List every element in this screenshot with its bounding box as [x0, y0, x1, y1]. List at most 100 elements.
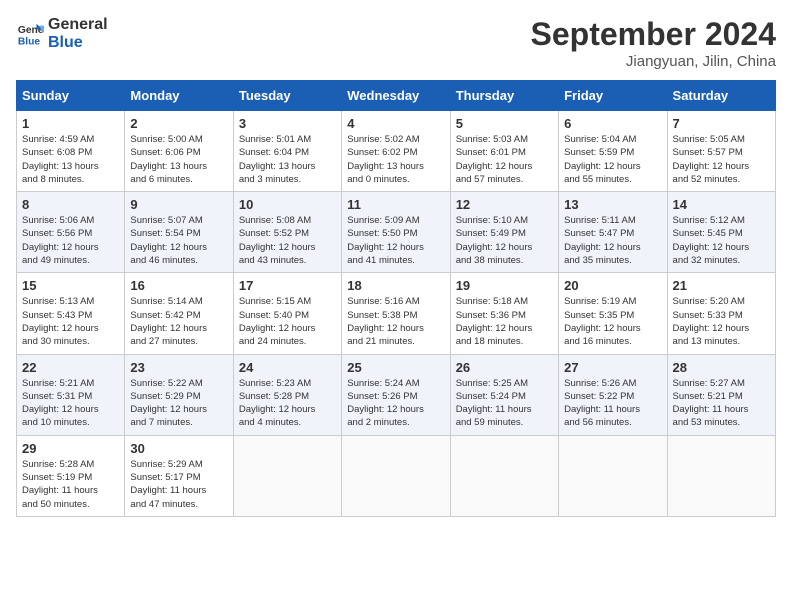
calendar-cell: 6 Sunrise: 5:04 AM Sunset: 5:59 PM Daylig…	[559, 111, 667, 192]
day-number: 17	[239, 278, 336, 293]
calendar-cell: 23 Sunrise: 5:22 AM Sunset: 5:29 PM Dayli…	[125, 354, 233, 435]
calendar-cell	[667, 435, 775, 516]
calendar-cell: 27Sunrise: 5:26 AM Sunset: 5:22 PM Dayli…	[559, 354, 667, 435]
day-number: 26	[456, 360, 553, 375]
header-day-saturday: Saturday	[667, 81, 775, 111]
day-detail: Sunrise: 5:06 AM Sunset: 5:56 PM Dayligh…	[22, 214, 119, 267]
day-number: 6	[564, 116, 661, 131]
calendar-week-row: 8 Sunrise: 5:06 AM Sunset: 5:56 PM Daylig…	[17, 192, 776, 273]
day-number: 3	[239, 116, 336, 131]
day-detail: Sunrise: 5:24 AM Sunset: 5:26 PM Dayligh…	[347, 377, 444, 430]
day-detail: Sunrise: 5:01 AM Sunset: 6:04 PM Dayligh…	[239, 133, 336, 186]
calendar-header-row: SundayMondayTuesdayWednesdayThursdayFrid…	[17, 81, 776, 111]
day-detail: Sunrise: 5:28 AM Sunset: 5:19 PM Dayligh…	[22, 458, 119, 511]
calendar-cell: 3 Sunrise: 5:01 AM Sunset: 6:04 PM Daylig…	[233, 111, 341, 192]
page-header: General Blue General Blue September 2024…	[16, 16, 776, 70]
day-detail: Sunrise: 5:02 AM Sunset: 6:02 PM Dayligh…	[347, 133, 444, 186]
day-detail: Sunrise: 5:22 AM Sunset: 5:29 PM Dayligh…	[130, 377, 227, 430]
calendar-cell: 2 Sunrise: 5:00 AM Sunset: 6:06 PM Daylig…	[125, 111, 233, 192]
calendar-cell: 1 Sunrise: 4:59 AM Sunset: 6:08 PM Daylig…	[17, 111, 125, 192]
day-detail: Sunrise: 5:25 AM Sunset: 5:24 PM Dayligh…	[456, 377, 553, 430]
calendar-cell	[450, 435, 558, 516]
day-number: 19	[456, 278, 553, 293]
day-detail: Sunrise: 5:16 AM Sunset: 5:38 PM Dayligh…	[347, 295, 444, 348]
day-number: 22	[22, 360, 119, 375]
calendar-cell: 13 Sunrise: 5:11 AM Sunset: 5:47 PM Dayli…	[559, 192, 667, 273]
day-number: 7	[673, 116, 770, 131]
day-detail: Sunrise: 5:18 AM Sunset: 5:36 PM Dayligh…	[456, 295, 553, 348]
calendar-cell	[342, 435, 450, 516]
day-number: 8	[22, 197, 119, 212]
day-number: 16	[130, 278, 227, 293]
calendar-cell: 24Sunrise: 5:23 AM Sunset: 5:28 PM Dayli…	[233, 354, 341, 435]
calendar-cell: 20 Sunrise: 5:19 AM Sunset: 5:35 PM Dayli…	[559, 273, 667, 354]
day-detail: Sunrise: 5:27 AM Sunset: 5:21 PM Dayligh…	[673, 377, 770, 430]
day-detail: Sunrise: 5:21 AM Sunset: 5:31 PM Dayligh…	[22, 377, 119, 430]
calendar-cell: 8 Sunrise: 5:06 AM Sunset: 5:56 PM Daylig…	[17, 192, 125, 273]
day-number: 9	[130, 197, 227, 212]
calendar-cell: 10Sunrise: 5:08 AM Sunset: 5:52 PM Dayli…	[233, 192, 341, 273]
calendar-cell: 4Sunrise: 5:02 AM Sunset: 6:02 PM Daylig…	[342, 111, 450, 192]
day-number: 14	[673, 197, 770, 212]
day-number: 20	[564, 278, 661, 293]
calendar-body: 1 Sunrise: 4:59 AM Sunset: 6:08 PM Daylig…	[17, 111, 776, 517]
calendar-cell: 17Sunrise: 5:15 AM Sunset: 5:40 PM Dayli…	[233, 273, 341, 354]
day-detail: Sunrise: 5:00 AM Sunset: 6:06 PM Dayligh…	[130, 133, 227, 186]
day-detail: Sunrise: 5:04 AM Sunset: 5:59 PM Dayligh…	[564, 133, 661, 186]
day-detail: Sunrise: 5:26 AM Sunset: 5:22 PM Dayligh…	[564, 377, 661, 430]
header-day-monday: Monday	[125, 81, 233, 111]
calendar-week-row: 22 Sunrise: 5:21 AM Sunset: 5:31 PM Dayli…	[17, 354, 776, 435]
calendar-cell: 30Sunrise: 5:29 AM Sunset: 5:17 PM Dayli…	[125, 435, 233, 516]
location-title: Jiangyuan, Jilin, China	[531, 53, 776, 70]
header-day-friday: Friday	[559, 81, 667, 111]
calendar-cell: 14 Sunrise: 5:12 AM Sunset: 5:45 PM Dayli…	[667, 192, 775, 273]
calendar-cell: 18 Sunrise: 5:16 AM Sunset: 5:38 PM Dayli…	[342, 273, 450, 354]
calendar-cell: 5Sunrise: 5:03 AM Sunset: 6:01 PM Daylig…	[450, 111, 558, 192]
calendar-cell: 15Sunrise: 5:13 AM Sunset: 5:43 PM Dayli…	[17, 273, 125, 354]
header-day-wednesday: Wednesday	[342, 81, 450, 111]
day-number: 21	[673, 278, 770, 293]
day-detail: Sunrise: 5:11 AM Sunset: 5:47 PM Dayligh…	[564, 214, 661, 267]
day-number: 24	[239, 360, 336, 375]
calendar-cell	[559, 435, 667, 516]
logo-general: General	[48, 16, 108, 34]
day-number: 11	[347, 197, 444, 212]
calendar-cell: 11 Sunrise: 5:09 AM Sunset: 5:50 PM Dayli…	[342, 192, 450, 273]
day-number: 5	[456, 116, 553, 131]
day-detail: Sunrise: 4:59 AM Sunset: 6:08 PM Dayligh…	[22, 133, 119, 186]
day-number: 25	[347, 360, 444, 375]
day-number: 2	[130, 116, 227, 131]
calendar-week-row: 1 Sunrise: 4:59 AM Sunset: 6:08 PM Daylig…	[17, 111, 776, 192]
calendar-cell: 9 Sunrise: 5:07 AM Sunset: 5:54 PM Daylig…	[125, 192, 233, 273]
svg-text:Blue: Blue	[18, 36, 41, 47]
calendar-table: SundayMondayTuesdayWednesdayThursdayFrid…	[16, 80, 776, 517]
day-number: 28	[673, 360, 770, 375]
header-day-sunday: Sunday	[17, 81, 125, 111]
day-detail: Sunrise: 5:09 AM Sunset: 5:50 PM Dayligh…	[347, 214, 444, 267]
calendar-cell: 12Sunrise: 5:10 AM Sunset: 5:49 PM Dayli…	[450, 192, 558, 273]
calendar-cell: 16 Sunrise: 5:14 AM Sunset: 5:42 PM Dayli…	[125, 273, 233, 354]
calendar-cell	[233, 435, 341, 516]
day-number: 1	[22, 116, 119, 131]
day-number: 10	[239, 197, 336, 212]
header-day-thursday: Thursday	[450, 81, 558, 111]
calendar-cell: 22 Sunrise: 5:21 AM Sunset: 5:31 PM Dayli…	[17, 354, 125, 435]
day-number: 30	[130, 441, 227, 456]
calendar-cell: 25 Sunrise: 5:24 AM Sunset: 5:26 PM Dayli…	[342, 354, 450, 435]
day-detail: Sunrise: 5:05 AM Sunset: 5:57 PM Dayligh…	[673, 133, 770, 186]
calendar-cell: 29Sunrise: 5:28 AM Sunset: 5:19 PM Dayli…	[17, 435, 125, 516]
calendar-cell: 26 Sunrise: 5:25 AM Sunset: 5:24 PM Dayli…	[450, 354, 558, 435]
day-detail: Sunrise: 5:14 AM Sunset: 5:42 PM Dayligh…	[130, 295, 227, 348]
day-detail: Sunrise: 5:07 AM Sunset: 5:54 PM Dayligh…	[130, 214, 227, 267]
calendar-cell: 21Sunrise: 5:20 AM Sunset: 5:33 PM Dayli…	[667, 273, 775, 354]
day-number: 18	[347, 278, 444, 293]
day-number: 23	[130, 360, 227, 375]
title-area: September 2024 Jiangyuan, Jilin, China	[531, 16, 776, 70]
day-detail: Sunrise: 5:12 AM Sunset: 5:45 PM Dayligh…	[673, 214, 770, 267]
month-title: September 2024	[531, 16, 776, 53]
calendar-cell: 19 Sunrise: 5:18 AM Sunset: 5:36 PM Dayli…	[450, 273, 558, 354]
day-detail: Sunrise: 5:19 AM Sunset: 5:35 PM Dayligh…	[564, 295, 661, 348]
calendar-week-row: 15Sunrise: 5:13 AM Sunset: 5:43 PM Dayli…	[17, 273, 776, 354]
day-number: 13	[564, 197, 661, 212]
calendar-cell: 28 Sunrise: 5:27 AM Sunset: 5:21 PM Dayli…	[667, 354, 775, 435]
